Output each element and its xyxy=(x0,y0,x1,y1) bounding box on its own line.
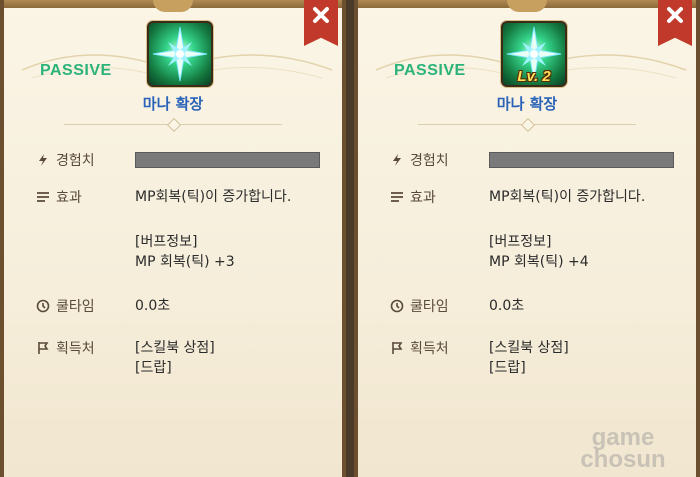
source-2: [드랍] xyxy=(135,360,172,376)
top-ornament xyxy=(507,0,547,12)
source-2: [드랍] xyxy=(489,360,526,376)
buff-title: [버프정보] xyxy=(489,234,552,250)
cooldown-label: 쿨타임 xyxy=(390,296,449,316)
source-label-text: 획득처 xyxy=(410,341,449,357)
top-ornament xyxy=(153,0,193,12)
effect-label-text: 효과 xyxy=(56,190,82,206)
skill-tooltip-panel-left: PASSIVE 마나 확장 경험치 효과 MP회복(틱)이 증가합니다. [버프… xyxy=(0,0,346,477)
cooldown-label: 쿨타임 xyxy=(36,296,95,316)
list-icon xyxy=(37,192,49,202)
exp-bar xyxy=(135,152,320,168)
watermark: game chosun xyxy=(558,426,688,473)
buff-value: MP 회복(틱) +4 xyxy=(489,254,589,270)
effect-text: MP회복(틱)이 증가합니다. xyxy=(135,189,292,205)
close-icon xyxy=(313,7,329,23)
source-label: 획득처 xyxy=(390,338,449,358)
buff-value: MP 회복(틱) +3 xyxy=(135,254,235,270)
exp-label: 경험치 xyxy=(36,150,95,170)
skill-icon xyxy=(147,21,213,87)
close-icon xyxy=(667,7,683,23)
effect-label-text: 효과 xyxy=(410,190,436,206)
exp-label-text: 경험치 xyxy=(410,153,449,169)
clock-icon xyxy=(390,299,404,313)
buff-title: [버프정보] xyxy=(135,234,198,250)
source-label: 획득처 xyxy=(36,338,95,358)
effect-label: 효과 xyxy=(36,187,82,207)
exp-bar xyxy=(489,152,674,168)
lightning-icon xyxy=(393,154,401,166)
lightning-icon xyxy=(39,154,47,166)
cooldown-value: 0.0초 xyxy=(489,298,525,314)
level-badge: Lv. 2 xyxy=(517,68,551,85)
exp-label: 경험치 xyxy=(390,150,449,170)
cooldown-label-text: 쿨타임 xyxy=(56,299,95,315)
effect-text: MP회복(틱)이 증가합니다. xyxy=(489,189,646,205)
source-1: [스킬북 상점] xyxy=(489,340,569,356)
skill-name: 마나 확장 xyxy=(142,95,204,113)
source-label-text: 획득처 xyxy=(56,341,95,357)
skill-type-label: PASSIVE xyxy=(40,62,112,79)
source-1: [스킬북 상점] xyxy=(135,340,215,356)
cooldown-label-text: 쿨타임 xyxy=(410,299,449,315)
watermark-line2: chosun xyxy=(580,446,666,473)
panel-gap xyxy=(346,0,354,477)
skill-tooltip-panel-right: PASSIVE Lv. 2 마나 확장 경험치 효과 MP회복(틱)이 증가합니… xyxy=(354,0,700,477)
exp-label-text: 경험치 xyxy=(56,153,95,169)
list-icon xyxy=(391,192,403,202)
effect-label: 효과 xyxy=(390,187,436,207)
divider-ornament xyxy=(520,117,536,133)
skill-name: 마나 확장 xyxy=(496,95,558,113)
clock-icon xyxy=(36,299,50,313)
skill-type-label: PASSIVE xyxy=(394,62,466,79)
cooldown-value: 0.0초 xyxy=(135,298,171,314)
star-icon xyxy=(152,26,208,82)
flag-icon xyxy=(392,342,403,354)
flag-icon xyxy=(38,342,49,354)
divider-ornament xyxy=(166,117,182,133)
